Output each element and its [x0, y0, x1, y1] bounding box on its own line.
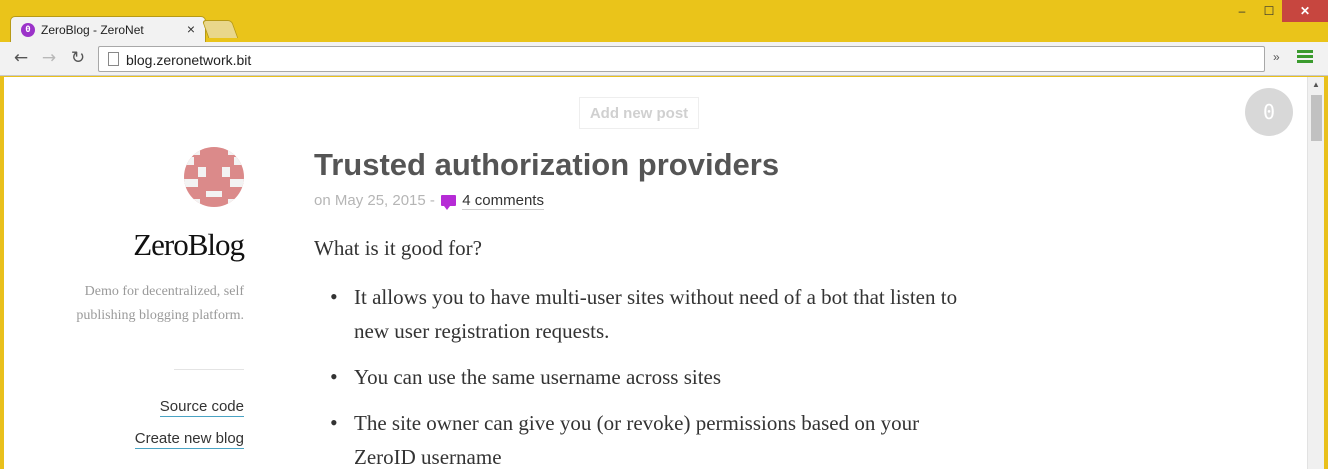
add-new-post-button[interactable]: Add new post [579, 97, 699, 129]
minimize-button[interactable]: – [1229, 0, 1255, 22]
new-tab-button[interactable] [201, 20, 239, 38]
scroll-up-icon[interactable]: ▲ [1312, 80, 1320, 89]
zeronet-favicon-icon: 0 [21, 23, 35, 37]
maximize-button[interactable]: ☐ [1256, 0, 1282, 22]
post-date: on May 25, 2015 - [314, 192, 435, 209]
post-meta: on May 25, 2015 - 4 comments [314, 192, 544, 210]
zeronet-badge-button[interactable]: 0 [1245, 88, 1293, 136]
browser-tab[interactable]: 0 ZeroBlog - ZeroNet × [10, 16, 206, 43]
close-window-button[interactable]: ✕ [1282, 0, 1328, 22]
browser-toolbar: ← → ↻ blog.zeronetwork.bit » [0, 42, 1328, 76]
post-bullet-list: It allows you to have multi-user sites w… [314, 280, 974, 469]
browser-menu-icon[interactable] [1297, 50, 1313, 66]
forward-icon[interactable]: → [38, 47, 60, 69]
url-text[interactable]: blog.zeronetwork.bit [126, 52, 251, 68]
page-icon [108, 52, 119, 66]
comments-link[interactable]: 4 comments [462, 192, 544, 210]
back-icon[interactable]: ← [10, 47, 32, 69]
post-body: What is it good for? It allows you to ha… [314, 234, 974, 469]
create-new-blog-link[interactable]: Create new blog [134, 430, 244, 449]
blog-description: Demo for decentralized, self publishing … [76, 284, 244, 323]
scrollbar-thumb[interactable] [1311, 95, 1322, 141]
blog-title[interactable]: ZeroBlog [44, 227, 245, 263]
identicon-icon [184, 147, 244, 207]
post-title[interactable]: Trusted authorization providers [314, 147, 779, 183]
list-item: It allows you to have multi-user sites w… [314, 280, 974, 348]
page-viewport: Add new post 0 ZeroBlog Demo for decentr… [4, 77, 1324, 469]
comment-icon [441, 195, 457, 210]
extensions-overflow-icon[interactable]: » [1273, 50, 1280, 64]
source-code-link[interactable]: Source code [159, 398, 244, 417]
tab-close-icon[interactable]: × [187, 21, 195, 37]
tab-title: ZeroBlog - ZeroNet [41, 23, 144, 37]
reload-icon[interactable]: ↻ [67, 47, 89, 69]
avatar [184, 147, 244, 207]
sidebar-divider [174, 369, 244, 370]
post-intro: What is it good for? [314, 236, 482, 260]
vertical-scrollbar[interactable]: ▲ [1307, 77, 1324, 469]
window-titlebar: 0 ZeroBlog - ZeroNet × – ☐ ✕ [0, 0, 1328, 43]
address-bar[interactable]: blog.zeronetwork.bit [98, 46, 1265, 72]
list-item: The site owner can give you (or revoke) … [314, 406, 974, 469]
list-item: You can use the same username across sit… [314, 360, 974, 394]
